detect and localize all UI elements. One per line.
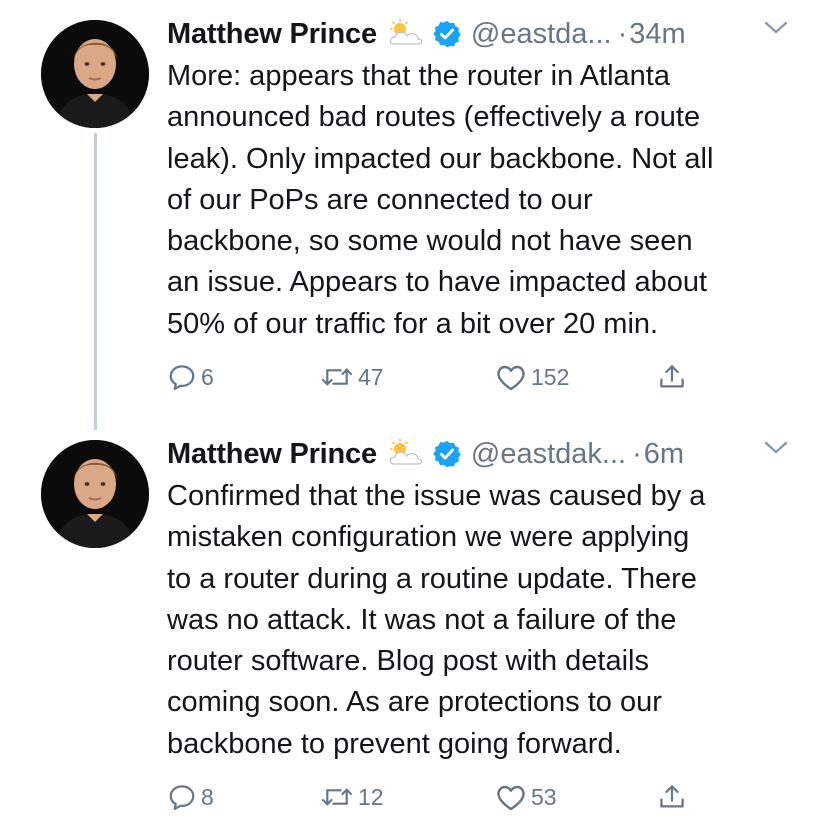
- tweet-text-line: router software. Blog post with details: [167, 645, 649, 678]
- avatar[interactable]: [41, 440, 149, 548]
- share-icon: [657, 362, 687, 392]
- tweet-text: More: appears that the router in Atlanta…: [167, 56, 797, 345]
- share-button[interactable]: [657, 357, 687, 397]
- tweet-text-line: leak). Only impacted our backbone. Not a…: [167, 142, 714, 175]
- reply-count: 6: [201, 363, 214, 390]
- separator-dot: ·: [632, 437, 642, 470]
- tweet-text-line: backbone to prevent going forward.: [167, 727, 622, 760]
- tweet-header: Matthew Prince @eastda... · 34m: [167, 14, 686, 54]
- sun-behind-cloud-icon: [386, 19, 426, 49]
- reply-button[interactable]: 6: [167, 357, 214, 397]
- tweet-text-line: an issue. Appears to have impacted about: [167, 266, 708, 299]
- separator-dot: ·: [617, 17, 628, 50]
- heart-icon: [495, 362, 527, 392]
- reply-count: 8: [201, 783, 214, 810]
- tweet-actions: 6 47 152: [167, 357, 707, 397]
- tweet-text-line: mistaken configuration we were applying: [167, 521, 690, 554]
- share-button[interactable]: [657, 777, 687, 817]
- retweet-count: 47: [358, 363, 384, 390]
- like-button[interactable]: 152: [495, 357, 569, 397]
- tweet-text-line: to a router during a routine update. The…: [167, 562, 697, 595]
- reply-icon: [167, 782, 197, 812]
- tweet-text-line: of our PoPs are connected to our: [167, 183, 593, 216]
- like-button[interactable]: 53: [495, 777, 557, 817]
- tweet-text-line: coming soon. As are protections to our: [167, 686, 662, 719]
- tweet-header: Matthew Prince @eastdak... · 6m: [167, 434, 684, 474]
- retweet-button[interactable]: 47: [320, 357, 384, 397]
- like-count: 53: [531, 783, 557, 810]
- heart-icon: [495, 782, 527, 812]
- tweet-text-line: backbone, so some would not have seen: [167, 225, 693, 258]
- like-count: 152: [531, 363, 570, 390]
- sun-behind-cloud-icon: [386, 439, 426, 469]
- author-handle[interactable]: @eastda...: [471, 18, 612, 51]
- reply-button[interactable]: 8: [167, 777, 214, 817]
- tweet-text-line: announced bad routes (effectively a rout…: [167, 101, 701, 134]
- retweet-icon: [320, 782, 354, 812]
- retweet-icon: [320, 362, 354, 392]
- chevron-down-icon[interactable]: [763, 440, 789, 456]
- retweet-button[interactable]: 12: [320, 777, 384, 817]
- tweet[interactable]: Matthew Prince @eastda... · 34m More: ap…: [0, 0, 828, 420]
- tweet-text-line: Confirmed that the issue was caused by a: [167, 480, 706, 512]
- author-handle[interactable]: @eastdak...: [471, 438, 626, 471]
- timestamp[interactable]: 34m: [629, 18, 685, 51]
- avatar[interactable]: [41, 20, 149, 128]
- tweet-text: Confirmed that the issue was caused by a…: [167, 476, 797, 765]
- tweet-text-line: was no attack. It was not a failure of t…: [167, 603, 677, 636]
- reply-icon: [167, 362, 197, 392]
- share-icon: [657, 782, 687, 812]
- tweet-text-line: 50% of our traffic for a bit over 20 min…: [167, 307, 659, 340]
- tweet-actions: 8 12 53: [167, 777, 707, 817]
- tweet-text-line: More: appears that the router in Atlanta: [167, 60, 670, 92]
- verified-badge-icon: [432, 439, 462, 469]
- author-name[interactable]: Matthew Prince: [167, 438, 377, 471]
- chevron-down-icon[interactable]: [763, 20, 789, 36]
- tweet[interactable]: Matthew Prince @eastdak... · 6m Confirme…: [0, 420, 828, 828]
- retweet-count: 12: [358, 783, 384, 810]
- timestamp[interactable]: 6m: [644, 438, 684, 471]
- verified-badge-icon: [432, 19, 462, 49]
- author-name[interactable]: Matthew Prince: [167, 18, 377, 51]
